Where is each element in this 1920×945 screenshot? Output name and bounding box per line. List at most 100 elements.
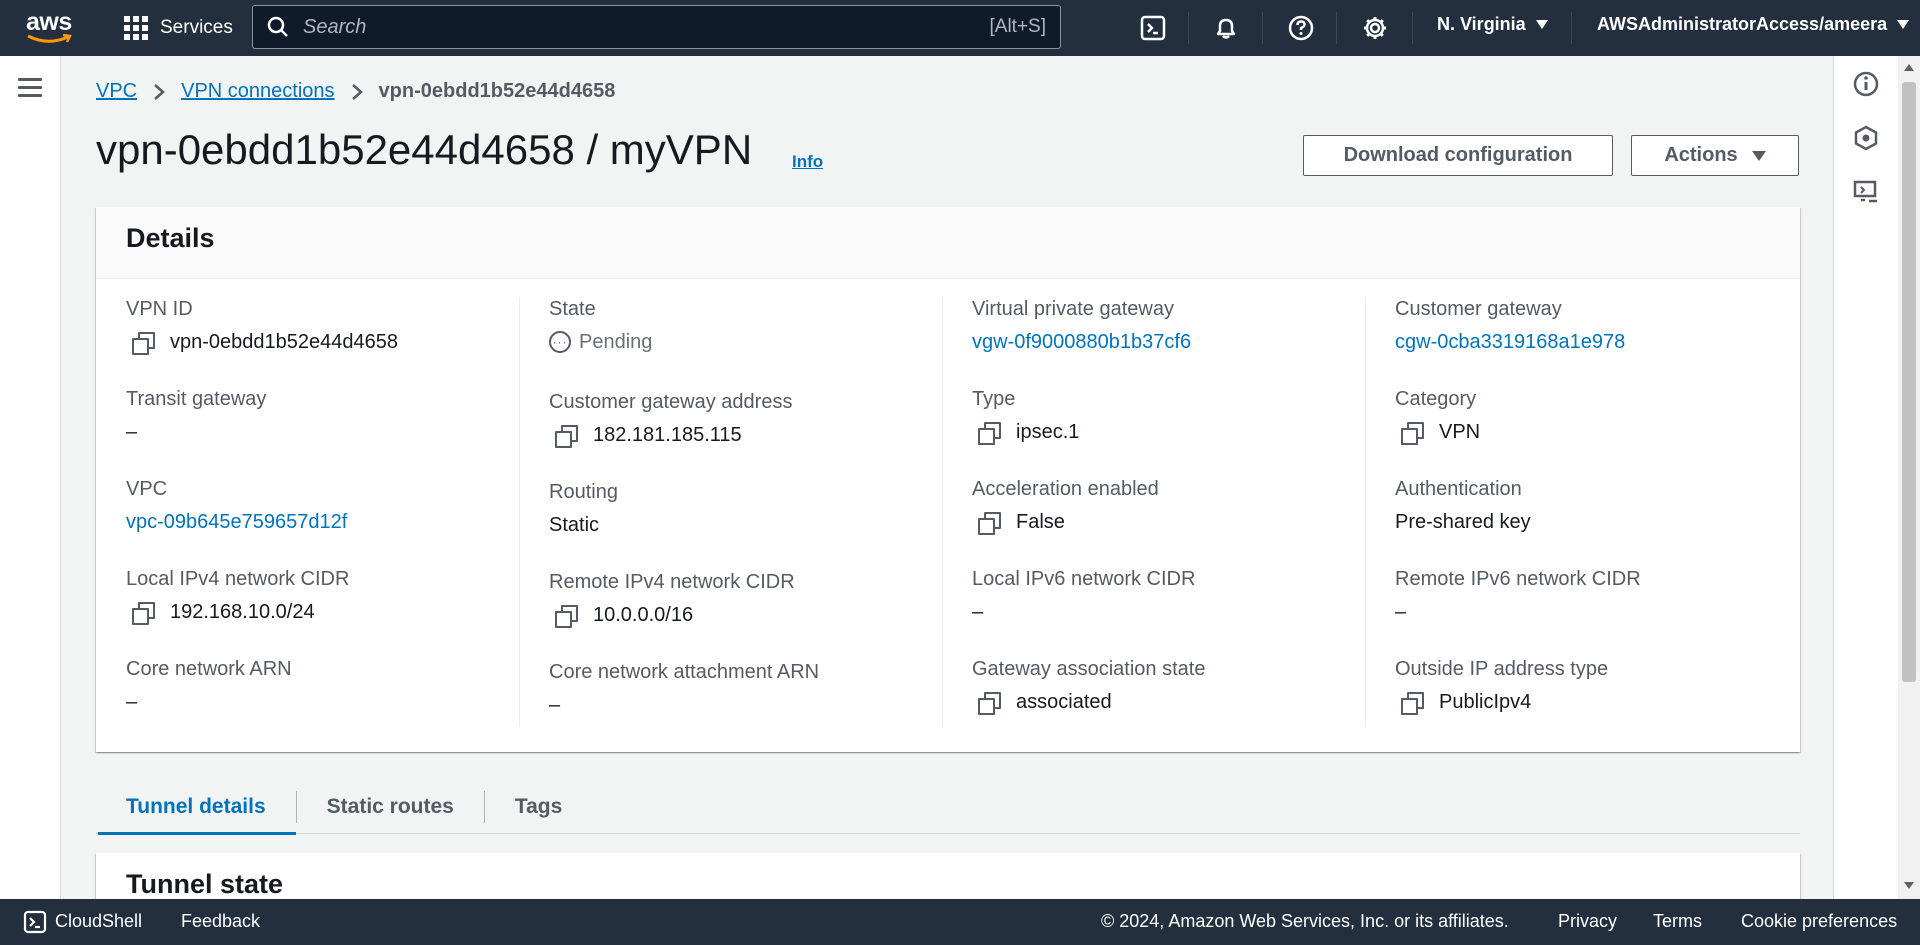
tab-tunnel-details[interactable]: Tunnel details [96, 780, 296, 835]
region-label: N. Virginia [1437, 14, 1526, 34]
cloudshell-icon[interactable] [1136, 11, 1170, 45]
detail-field: Category VPN [1395, 387, 1480, 445]
copy-icon[interactable] [555, 605, 578, 628]
tab-tags[interactable]: Tags [485, 780, 592, 834]
detail-value-row: – [1395, 600, 1641, 624]
info-link[interactable]: Info [792, 152, 823, 172]
detail-label: State [549, 298, 596, 320]
nav-divider [1571, 12, 1572, 44]
detail-value-link[interactable]: vgw-0f9000880b1b37cf6 [972, 330, 1191, 354]
detail-field: Outside IP address type PublicIpv4 [1395, 657, 1609, 715]
detail-field: Remote IPv4 network CIDR 10.0.0.0/16 [549, 570, 795, 628]
copy-icon[interactable] [1401, 422, 1424, 445]
copy-icon[interactable] [132, 332, 155, 355]
account-menu[interactable]: AWSAdministratorAccess/ameera [1597, 14, 1910, 35]
hamburger-menu-icon[interactable] [18, 78, 42, 98]
detail-label: Type [972, 388, 1016, 410]
detail-value-row: 182.181.185.115 [549, 423, 792, 448]
detail-value-row: 10.0.0.0/16 [549, 603, 795, 628]
copy-icon[interactable] [1401, 692, 1424, 715]
caret-down-icon [1535, 20, 1548, 29]
copy-icon[interactable] [132, 602, 155, 625]
detail-value: – [972, 601, 984, 623]
detail-label: Outside IP address type [1395, 658, 1609, 680]
services-grid-icon [124, 16, 148, 40]
footer-terms-link[interactable]: Terms [1653, 911, 1702, 932]
copy-icon[interactable] [978, 692, 1001, 715]
account-label: AWSAdministratorAccess/ameera [1597, 14, 1888, 34]
nav-divider [1262, 12, 1263, 44]
detail-field: Customer gateway address 182.181.185.115 [549, 390, 793, 448]
top-navigation: aws Services [Alt+S] N. Virginia [0, 0, 1920, 56]
scroll-up-arrow-icon[interactable] [1904, 64, 1914, 71]
footer-privacy-link[interactable]: Privacy [1558, 911, 1617, 932]
info-panel-icon[interactable] [1852, 70, 1880, 98]
detail-label: Routing [549, 481, 618, 503]
nav-divider [1188, 12, 1189, 44]
detail-value-row: vpn-0ebdd1b52e44d4658 [126, 330, 398, 355]
footer-cloudshell-link[interactable]: CloudShell [55, 911, 142, 932]
search-shortcut-hint: [Alt+S] [989, 16, 1047, 37]
notifications-bell-icon[interactable] [1209, 11, 1243, 45]
search-bar[interactable]: [Alt+S] [252, 5, 1061, 49]
detail-value: – [126, 691, 138, 713]
region-selector[interactable]: N. Virginia [1437, 14, 1548, 35]
download-configuration-button[interactable]: Download configuration [1303, 135, 1613, 176]
detail-field: Gateway association state associated [972, 657, 1205, 715]
detail-value-row: – [549, 693, 819, 717]
detail-field: Core network ARN – [126, 657, 292, 714]
scroll-down-arrow-icon[interactable] [1904, 882, 1914, 889]
help-icon[interactable] [1284, 11, 1318, 45]
detail-value-row: – [126, 690, 292, 714]
right-tools-rail [1833, 56, 1898, 899]
detail-value-row: Pre-shared key [1395, 510, 1531, 534]
detail-value-link[interactable]: cgw-0cba3319168a1e978 [1395, 330, 1625, 354]
nav-divider [1412, 12, 1413, 44]
left-side-rail [0, 56, 61, 899]
column-divider [519, 297, 520, 727]
detail-value-link[interactable]: vpc-09b645e759657d12f [126, 510, 347, 534]
copy-icon[interactable] [978, 512, 1001, 535]
breadcrumb-link-vpc[interactable]: VPC [96, 80, 137, 103]
settings-gear-icon[interactable] [1358, 11, 1392, 45]
copy-icon[interactable] [555, 425, 578, 448]
detail-value: associated [1016, 691, 1112, 713]
footer-cookie-preferences-link[interactable]: Cookie preferences [1741, 911, 1897, 932]
detail-value-row: – [972, 600, 1195, 624]
details-panel: Details VPN ID vpn-0ebdd1b52e44d4658 Trans… [96, 207, 1800, 752]
detail-value: – [126, 421, 138, 443]
detail-value-row: cgw-0cba3319168a1e978 [1395, 330, 1625, 354]
tab-static-routes[interactable]: Static routes [297, 780, 484, 834]
tabs-bar: Tunnel details Static routes Tags [96, 780, 1800, 835]
cloudshell-icon[interactable] [23, 910, 47, 934]
detail-label: Authentication [1395, 478, 1522, 500]
detail-label: Customer gateway address [549, 391, 793, 413]
detail-field: Core network attachment ARN – [549, 660, 819, 717]
security-hexagon-icon[interactable] [1852, 124, 1880, 152]
detail-field: Authentication Pre-shared key [1395, 477, 1531, 534]
page-scrollbar[interactable] [1898, 56, 1920, 899]
detail-label: VPN ID [126, 298, 193, 320]
feedback-display-icon[interactable] [1852, 178, 1880, 206]
status-pending-icon: ··· [549, 331, 571, 353]
detail-value-row: PublicIpv4 [1395, 690, 1608, 715]
footer-copyright: © 2024, Amazon Web Services, Inc. or its… [1101, 911, 1509, 931]
detail-value: Pre-shared key [1395, 511, 1531, 533]
detail-value-row: Static [549, 513, 618, 537]
actions-dropdown-button[interactable]: Actions [1631, 135, 1799, 176]
search-input[interactable] [303, 15, 990, 39]
scrollbar-thumb[interactable] [1902, 82, 1916, 682]
breadcrumb-link-vpn-connections[interactable]: VPN connections [181, 80, 334, 103]
detail-value-row: vgw-0f9000880b1b37cf6 [972, 330, 1191, 354]
aws-logo[interactable]: aws [26, 10, 76, 44]
detail-field: Customer gateway cgw-0cba3319168a1e978 [1395, 297, 1625, 354]
detail-value: 182.181.185.115 [593, 424, 742, 446]
detail-value: ipsec.1 [1016, 421, 1080, 443]
caret-down-icon [1751, 150, 1766, 161]
services-menu-button[interactable]: Services [124, 14, 233, 42]
footer-feedback-link[interactable]: Feedback [181, 911, 260, 932]
aws-logo-text: aws [26, 8, 72, 36]
actions-label: Actions [1664, 144, 1738, 166]
detail-value-row: – [126, 420, 266, 444]
copy-icon[interactable] [978, 422, 1001, 445]
